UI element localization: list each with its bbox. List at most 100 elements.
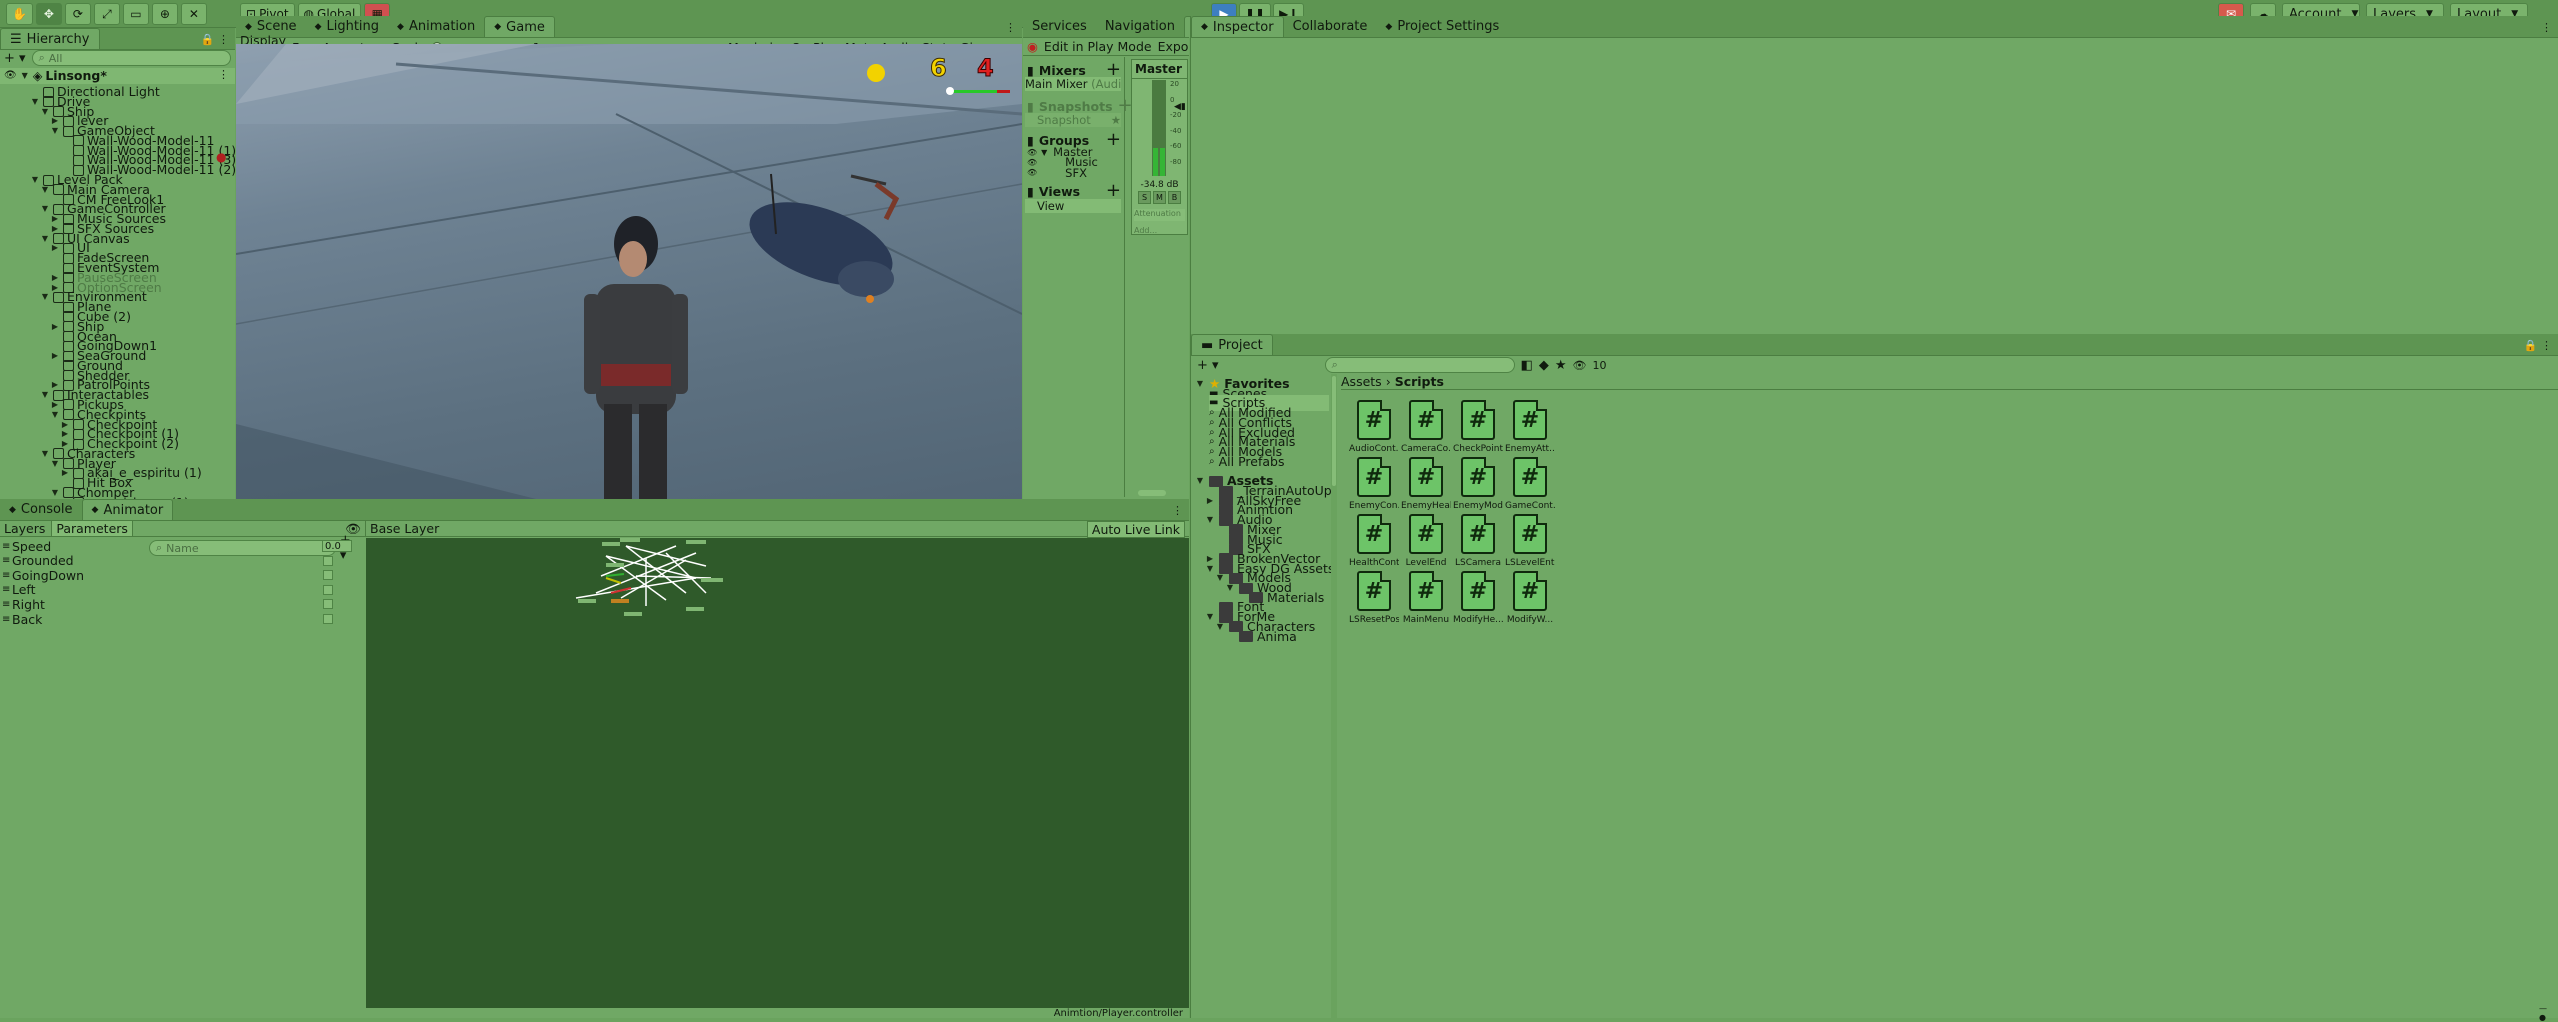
tab-services[interactable]: Services (1023, 16, 1096, 37)
mixer-scrollbar[interactable] (1023, 490, 1189, 498)
tab-animation[interactable]: ◆ Animation (388, 16, 484, 37)
expand-arrow-icon[interactable]: ▼ (1195, 376, 1205, 392)
rect-tool-button[interactable]: ▭ (122, 3, 149, 25)
attenuation-effect[interactable]: Attenuation (1134, 209, 1185, 221)
drag-handle-icon[interactable]: ≡ (0, 570, 12, 581)
move-tool-button[interactable]: ✥ (35, 3, 62, 25)
drag-handle-icon[interactable]: ≡ (0, 614, 12, 625)
expand-arrow-icon[interactable]: ▼ (1205, 561, 1215, 577)
smb-m-button[interactable]: M (1153, 191, 1166, 204)
panel-menu-icon[interactable]: ⋮ (2535, 21, 2558, 37)
script-asset[interactable]: # EnemyAtt... (1505, 400, 1555, 454)
script-asset[interactable]: # EnemyCon... (1349, 457, 1399, 511)
scroll-thumb[interactable] (1332, 376, 1336, 486)
rotate-tool-button[interactable]: ⟳ (64, 3, 91, 25)
param-row[interactable]: ≡ Speed 0.0 (0, 539, 365, 554)
expand-arrow-icon[interactable]: ▼ (20, 68, 30, 84)
eye-icon[interactable]: 👁 (1027, 158, 1037, 167)
scroll-thumb[interactable] (1138, 490, 1166, 496)
add-group-button[interactable]: + (1106, 131, 1121, 149)
param-checkbox[interactable] (323, 584, 333, 595)
animator-graph[interactable] (366, 538, 1189, 1008)
tab-collaborate[interactable]: Collaborate (1284, 16, 1377, 37)
tab-game[interactable]: ◆ Game (484, 16, 555, 37)
zoom-slider-icon[interactable]: —● (2539, 1004, 2553, 1022)
expand-arrow-icon[interactable]: ▼ (50, 407, 60, 423)
snapshot-item[interactable]: Snapshot ★ (1025, 113, 1121, 127)
group-item[interactable]: 👁 Music (1027, 155, 1098, 169)
param-row[interactable]: ≡ Grounded (0, 553, 365, 568)
expand-arrow-icon[interactable]: ▼ (1215, 570, 1225, 586)
eye-icon[interactable]: 👁 (1027, 148, 1037, 157)
eye-icon[interactable]: 👁 (1027, 168, 1037, 177)
base-layer-breadcrumb[interactable]: Base Layer (370, 521, 439, 536)
panel-menu-icon[interactable]: 🔒 ⋮ (195, 33, 235, 49)
add-view-button[interactable]: + (1106, 182, 1121, 200)
breadcrumb-scripts[interactable]: Scripts (1395, 374, 1444, 389)
expand-arrow-icon[interactable]: ▼ (30, 94, 40, 110)
add-effect-button[interactable]: Add... (1134, 226, 1157, 235)
expand-arrow-icon[interactable]: ▼ (1205, 512, 1215, 528)
expand-arrow-icon[interactable]: ▼ (50, 456, 60, 472)
favorite-item[interactable]: ⌕ All Prefabs (1209, 454, 1284, 470)
script-asset[interactable]: # LSLevelEnt... (1505, 514, 1555, 568)
param-row[interactable]: ≡ Right (0, 597, 365, 612)
scale-tool-button[interactable]: ⤢ (93, 3, 120, 25)
tree-scrollbar[interactable] (1331, 374, 1337, 1018)
smb-b-button[interactable]: B (1168, 191, 1181, 204)
expand-arrow-icon[interactable]: ▼ (1205, 609, 1215, 625)
expand-arrow-icon[interactable]: ▼ (1195, 473, 1205, 489)
expand-arrow-icon[interactable]: ▼ (40, 201, 50, 217)
smb-s-button[interactable]: S (1138, 191, 1151, 204)
record-icon[interactable]: ◉ (1027, 39, 1038, 54)
transform-tool-button[interactable]: ⊕ (151, 3, 178, 25)
script-asset[interactable]: # HealthCont... (1349, 514, 1399, 568)
star-icon[interactable]: ★ (1555, 358, 1567, 373)
param-row[interactable]: ≡ GoingDown (0, 568, 365, 583)
expand-arrow-icon[interactable]: ▼ (40, 289, 50, 305)
custom-tool-button[interactable]: ✕ (180, 3, 207, 25)
tab-parameters[interactable]: Parameters (51, 520, 133, 537)
auto-live-link-toggle[interactable]: Auto Live Link (1086, 521, 1185, 538)
tab-console[interactable]: ◆ Console (0, 499, 82, 520)
scene-root[interactable]: 👁 ▼ ◈ Linsong* (4, 68, 107, 84)
hand-tool-button[interactable]: ✋ (6, 3, 33, 25)
folder-item[interactable]: Anima (1225, 629, 1297, 645)
drag-handle-icon[interactable]: ≡ (0, 541, 12, 552)
game-viewport[interactable]: 6 4 (236, 44, 1022, 499)
tab-animator[interactable]: ◆ Animator (81, 499, 174, 520)
expand-arrow-icon[interactable]: ▼ (40, 446, 50, 462)
expand-arrow-icon[interactable]: ▼ (1225, 580, 1235, 596)
panel-menu-icon[interactable]: 🔒 ⋮ (2518, 339, 2558, 355)
script-asset[interactable]: # ModifyHe... (1453, 571, 1503, 625)
drag-handle-icon[interactable]: ≡ (0, 584, 12, 595)
create-button[interactable]: + ▾ (4, 51, 26, 66)
view-item[interactable]: View (1025, 199, 1121, 213)
create-button[interactable]: + ▾ (1197, 358, 1219, 373)
panel-menu-icon[interactable]: ⋮ (1166, 504, 1189, 520)
param-row[interactable]: ≡ Back (0, 612, 365, 627)
expand-arrow-icon[interactable]: ▼ (40, 387, 50, 403)
script-asset[interactable]: # MainMenu (1401, 571, 1451, 625)
filter-label-icon[interactable]: ◆ (1539, 358, 1549, 373)
drag-handle-icon[interactable]: ≡ (0, 599, 12, 610)
tab-project-settings[interactable]: ◆ Project Settings (1376, 16, 1508, 37)
param-checkbox[interactable] (323, 599, 333, 610)
scene-row[interactable]: 👁 ▼ ◈ Linsong* ⋮ (0, 68, 235, 84)
mixer-item[interactable]: Main Mixer (Audio Listr (1025, 77, 1121, 91)
expand-arrow-icon[interactable]: ▼ (30, 172, 40, 188)
script-asset[interactable]: # EnemyHeal... (1401, 457, 1451, 511)
tab-navigation[interactable]: Navigation (1096, 16, 1184, 37)
tab-lighting[interactable]: ◆ Lighting (306, 16, 388, 37)
scene-menu-icon[interactable]: ⋮ (218, 68, 229, 81)
filter-type-icon[interactable]: ◧ (1521, 358, 1533, 373)
param-value-input[interactable]: 0.0 (322, 540, 352, 552)
expand-arrow-icon[interactable]: ▼ (50, 123, 60, 139)
exposed-parameters-dropdown[interactable]: Exposed Parameters (2) (1158, 39, 1189, 54)
star-icon[interactable]: ★ (1111, 113, 1121, 127)
script-asset[interactable]: # EnemyMod... (1453, 457, 1503, 511)
param-checkbox[interactable] (323, 614, 333, 624)
expand-arrow-icon[interactable]: ▼ (40, 104, 50, 120)
fader-handle-icon[interactable]: ◀▮ (1174, 102, 1186, 112)
param-checkbox[interactable] (323, 555, 333, 566)
